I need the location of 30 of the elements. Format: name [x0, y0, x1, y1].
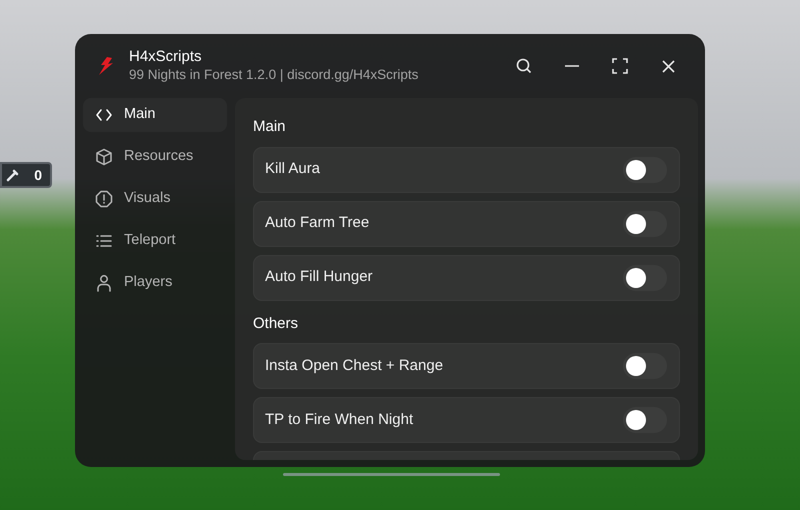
toggle-switch[interactable] [623, 264, 667, 290]
alert-icon [95, 190, 113, 208]
toggle-label: TP to Fire When Night [265, 410, 414, 430]
hud-counter: 0 [34, 166, 42, 184]
toggle-label: Auto Fill Hunger [265, 267, 373, 288]
search-icon [516, 58, 532, 74]
close-icon [662, 60, 674, 72]
sidebar-item[interactable]: Main [83, 98, 227, 132]
section-title: Others [253, 314, 300, 334]
sidebar-item[interactable]: Resources [83, 140, 227, 174]
sidebar-item[interactable]: Visuals [83, 182, 227, 216]
section-title: Main [253, 117, 287, 137]
cube-icon [95, 148, 113, 166]
toggle-label: Insta Open Chest + Range [265, 356, 444, 376]
logo-icon [97, 56, 115, 76]
minimize-icon [565, 65, 579, 67]
maximize-button[interactable] [609, 55, 631, 77]
maximize-icon [612, 58, 628, 74]
toggle-switch[interactable] [623, 353, 667, 379]
window-subtitle: 99 Nights in Forest 1.2.0 | discord.gg/H4xScripts [129, 66, 418, 84]
user-icon [95, 274, 113, 292]
toggle-switch[interactable] [623, 407, 667, 433]
window-title: H4xScripts [129, 48, 203, 67]
wrench-icon [6, 168, 20, 182]
toggle-label: Auto Farm Tree [265, 213, 370, 234]
toggle-label: Kill Aura [265, 159, 320, 180]
toggle-switch[interactable] [623, 156, 667, 182]
toggle-switch[interactable] [623, 210, 667, 236]
sidebar-item[interactable]: Teleport [83, 224, 227, 258]
sidebar-item[interactable]: Players [83, 266, 227, 300]
